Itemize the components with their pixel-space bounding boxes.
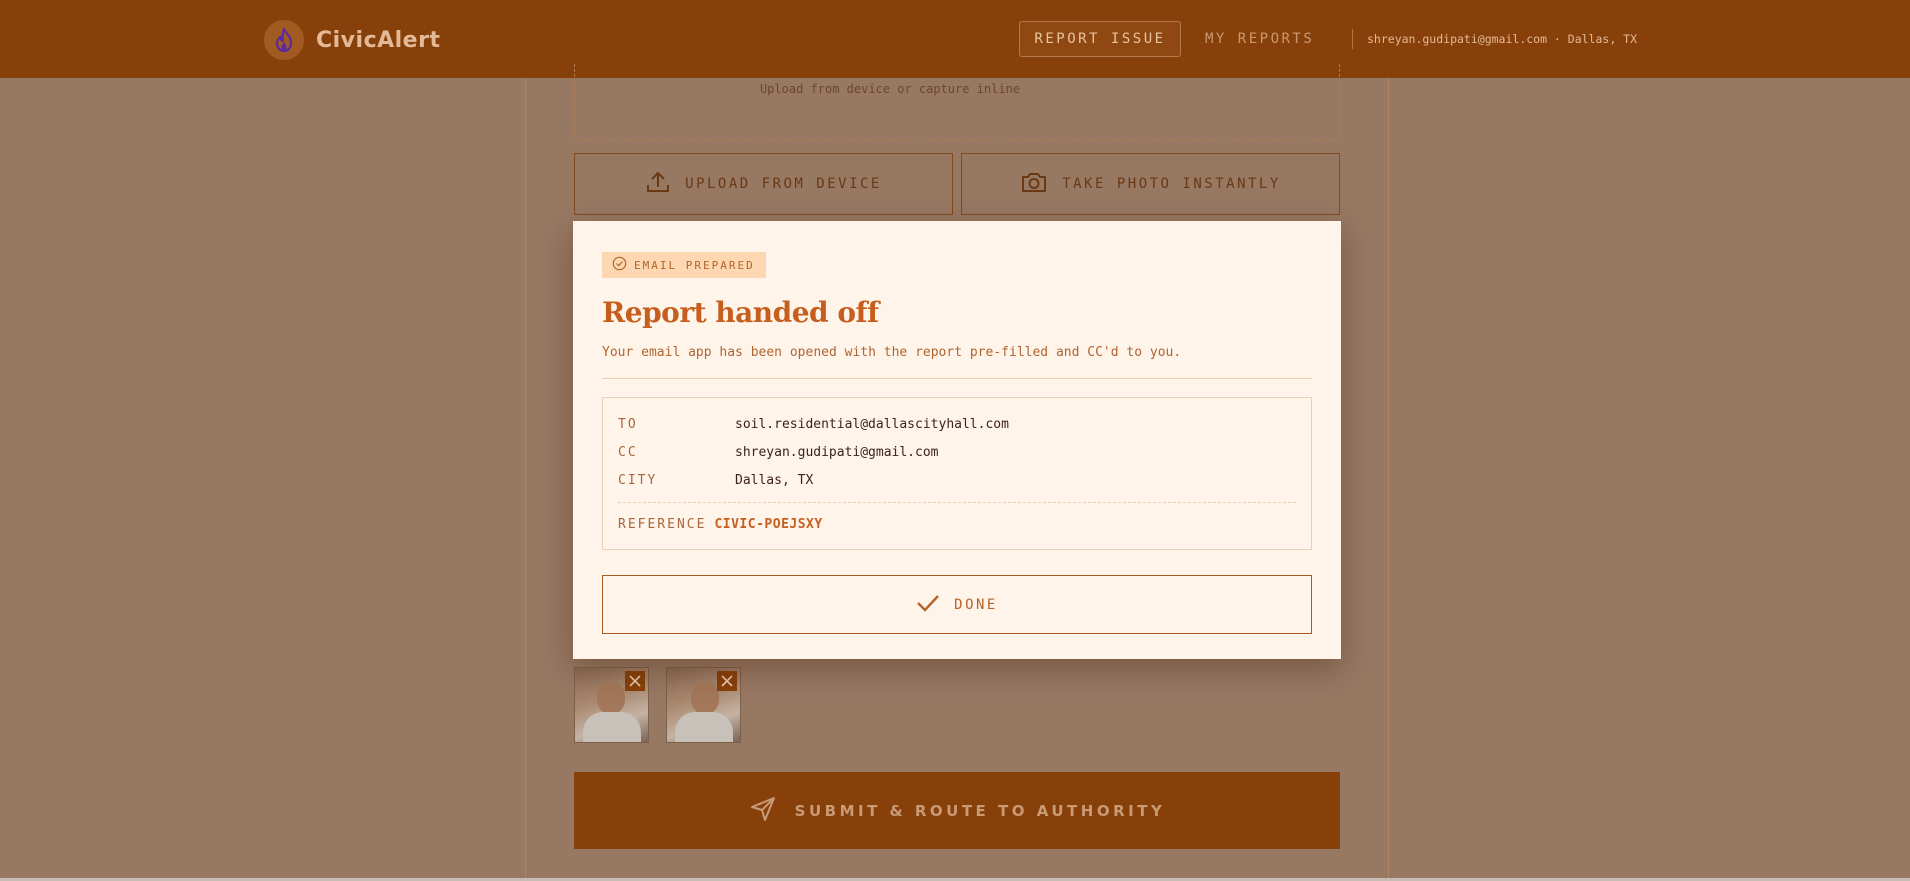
photo-thumbnail[interactable]	[666, 667, 741, 743]
reference-code: CIVIC-POEJSXY	[714, 516, 823, 532]
detail-label: CITY	[618, 472, 658, 488]
upload-button-label: UPLOAD FROM DEVICE	[685, 176, 882, 192]
form-column-left-border	[525, 78, 526, 881]
photo-drop-zone[interactable]: Upload from device or capture inline	[574, 64, 1340, 140]
photo-thumbnail[interactable]	[574, 667, 649, 743]
done-button[interactable]: DONE	[602, 575, 1312, 634]
upload-icon	[645, 169, 671, 199]
submit-route-button[interactable]: SUBMIT & ROUTE TO AUTHORITY	[574, 772, 1340, 849]
detail-value: Dallas, TX	[735, 472, 814, 488]
detail-label: CC	[618, 444, 638, 460]
upload-from-device-button[interactable]: UPLOAD FROM DEVICE	[574, 153, 953, 215]
dialog-divider	[602, 378, 1312, 379]
flame-icon	[264, 20, 304, 60]
detail-value: soil.residential@dallascityhall.com	[735, 416, 1009, 432]
detail-row-cc: CC shreyan.gudipati@gmail.com	[618, 443, 939, 461]
detail-row-city: CITY Dallas, TX	[618, 471, 813, 489]
brand-name: CivicAlert	[316, 27, 441, 53]
status-badge-label: EMAIL PREPARED	[634, 258, 755, 272]
detail-value: shreyan.gudipati@gmail.com	[735, 444, 939, 460]
user-identity: shreyan.gudipati@gmail.com · Dallas, TX	[1367, 32, 1638, 46]
email-details-panel: TO soil.residential@dallascityhall.com C…	[602, 397, 1312, 550]
drop-zone-hint: Upload from device or capture inline	[759, 82, 1021, 96]
dialog-title: Report handed off	[602, 296, 879, 329]
report-handoff-dialog: EMAIL PREPARED Report handed off Your em…	[573, 221, 1341, 659]
dialog-subtitle: Your email app has been opened with the …	[602, 345, 1182, 360]
reference-label: REFERENCE	[618, 516, 707, 532]
nav-divider	[1352, 29, 1353, 49]
nav-my-reports[interactable]: MY REPORTS	[1205, 21, 1314, 57]
close-icon[interactable]	[625, 671, 645, 691]
camera-icon	[1020, 170, 1048, 198]
photo-button-label: TAKE PHOTO INSTANTLY	[1062, 176, 1281, 192]
detail-divider	[618, 502, 1296, 503]
done-button-label: DONE	[954, 596, 998, 613]
nav-report-issue[interactable]: REPORT ISSUE	[1019, 21, 1181, 57]
status-badge: EMAIL PREPARED	[602, 252, 766, 278]
brand-logo[interactable]: CivicAlert	[264, 20, 440, 60]
detail-label: TO	[618, 416, 638, 432]
detail-row-to: TO soil.residential@dallascityhall.com	[618, 415, 1009, 433]
submit-button-label: SUBMIT & ROUTE TO AUTHORITY	[794, 801, 1166, 820]
form-column-right-border	[1388, 78, 1389, 881]
check-icon	[916, 593, 940, 617]
check-circle-icon	[612, 256, 627, 274]
send-icon	[749, 795, 777, 827]
close-icon[interactable]	[717, 671, 737, 691]
detail-row-reference: REFERENCE CIVIC-POEJSXY	[618, 515, 823, 533]
take-photo-button[interactable]: TAKE PHOTO INSTANTLY	[961, 153, 1340, 215]
